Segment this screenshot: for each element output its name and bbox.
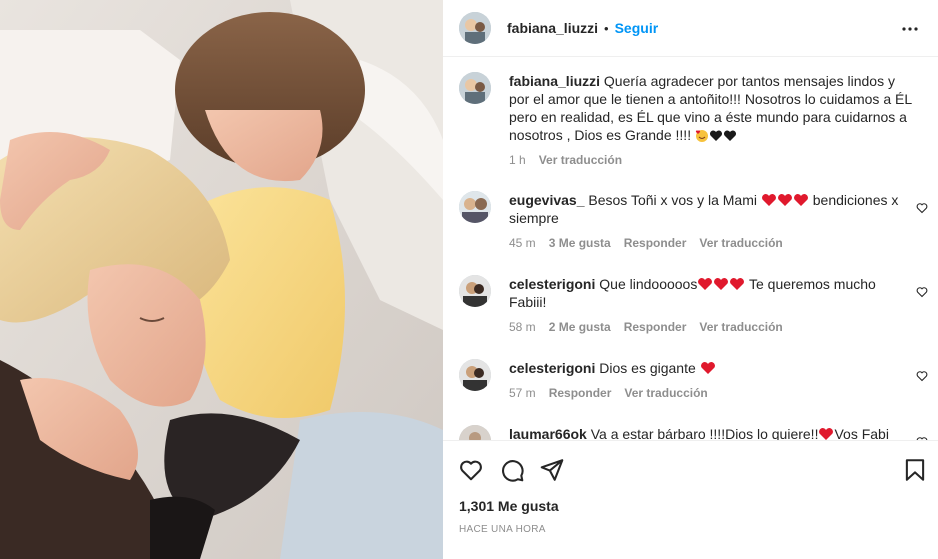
avatar[interactable] — [459, 72, 491, 104]
post-timestamp: HACE UNA HORA — [459, 524, 546, 535]
comment-time: 58 m — [509, 320, 536, 334]
red-heart-icon — [714, 278, 729, 290]
comment-time: 57 m — [509, 386, 536, 400]
smiling-face-hearts-icon — [695, 130, 708, 142]
translate-link[interactable]: Ver traducción — [624, 386, 707, 400]
reply-button[interactable]: Responder — [624, 320, 687, 334]
follow-button[interactable]: Seguir — [615, 20, 659, 36]
translate-link[interactable]: Ver traducción — [539, 153, 622, 167]
more-options-icon[interactable] — [898, 17, 922, 41]
bookmark-icon[interactable] — [902, 457, 928, 483]
likes-count[interactable]: 1,301 Me gusta — [459, 498, 559, 514]
red-heart-icon — [819, 428, 834, 440]
comment-time: 45 m — [509, 236, 536, 250]
share-icon[interactable] — [539, 457, 565, 483]
comment-meta: 57 m Responder Ver traducción — [509, 386, 721, 400]
comment-body: Va a estar bárbaro !!!!Dios lo quiere!! — [590, 426, 819, 440]
avatar[interactable] — [459, 191, 491, 223]
comment-text: celesterigoni Que lindooooos Te queremos… — [509, 275, 909, 311]
red-heart-icon — [698, 278, 713, 290]
post-image — [0, 0, 443, 559]
black-heart-icon — [723, 130, 736, 141]
comment-username[interactable]: eugevivas_ — [509, 192, 585, 208]
post-detail-panel: fabiana_liuzzi • Seguir fabiana_liuzzi Q… — [443, 0, 938, 559]
red-heart-icon — [700, 362, 715, 374]
reply-button[interactable]: Responder — [624, 236, 687, 250]
avatar[interactable] — [459, 425, 491, 440]
comment-text: laumar66ok Va a estar bárbaro !!!!Dios l… — [509, 425, 909, 440]
header-username[interactable]: fabiana_liuzzi — [507, 20, 598, 36]
comment-text: celesterigoni Dios es gigante — [509, 359, 909, 377]
post-photo[interactable] — [0, 0, 443, 559]
comment-likes[interactable]: 3 Me gusta — [549, 236, 611, 250]
red-heart-icon — [777, 194, 792, 206]
like-comment-icon[interactable] — [916, 202, 928, 214]
avatar[interactable] — [459, 275, 491, 307]
separator-dot: • — [604, 20, 609, 36]
red-heart-icon — [730, 278, 745, 290]
comment-username[interactable]: celesterigoni — [509, 276, 595, 292]
comment-body-end: Vos Fabi — [834, 426, 889, 440]
caption-time: 1 h — [509, 153, 526, 167]
red-heart-icon — [793, 194, 808, 206]
comment-username[interactable]: laumar66ok — [509, 426, 587, 440]
translate-link[interactable]: Ver traducción — [699, 236, 782, 250]
red-heart-icon — [761, 194, 776, 206]
like-comment-icon[interactable] — [916, 370, 928, 382]
avatar[interactable] — [459, 12, 491, 44]
caption-meta: 1 h Ver traducción — [509, 153, 635, 167]
heart-icon[interactable] — [458, 457, 484, 483]
black-heart-icon — [709, 130, 722, 141]
comment-body: Que lindooooos — [599, 276, 698, 292]
comment-icon[interactable] — [499, 457, 525, 483]
caption-username[interactable]: fabiana_liuzzi — [509, 73, 600, 89]
comment-meta: 58 m 2 Me gusta Responder Ver traducción — [509, 320, 796, 334]
comment-body: Dios es gigante — [599, 360, 700, 376]
caption-text: fabiana_liuzzi Quería agradecer por tant… — [509, 72, 914, 144]
comments-list[interactable]: fabiana_liuzzi Quería agradecer por tant… — [443, 57, 938, 440]
post-header: fabiana_liuzzi • Seguir — [443, 0, 938, 57]
comment-body: Besos Toñi x vos y la Mami — [588, 192, 761, 208]
reply-button[interactable]: Responder — [549, 386, 612, 400]
comment-likes[interactable]: 2 Me gusta — [549, 320, 611, 334]
avatar[interactable] — [459, 359, 491, 391]
post-actions: 1,301 Me gusta HACE UNA HORA — [443, 440, 938, 559]
like-comment-icon[interactable] — [916, 286, 928, 298]
comment-text: eugevivas_ Besos Toñi x vos y la Mami be… — [509, 191, 909, 227]
comment-username[interactable]: celesterigoni — [509, 360, 595, 376]
translate-link[interactable]: Ver traducción — [699, 320, 782, 334]
comment-meta: 45 m 3 Me gusta Responder Ver traducción — [509, 236, 796, 250]
